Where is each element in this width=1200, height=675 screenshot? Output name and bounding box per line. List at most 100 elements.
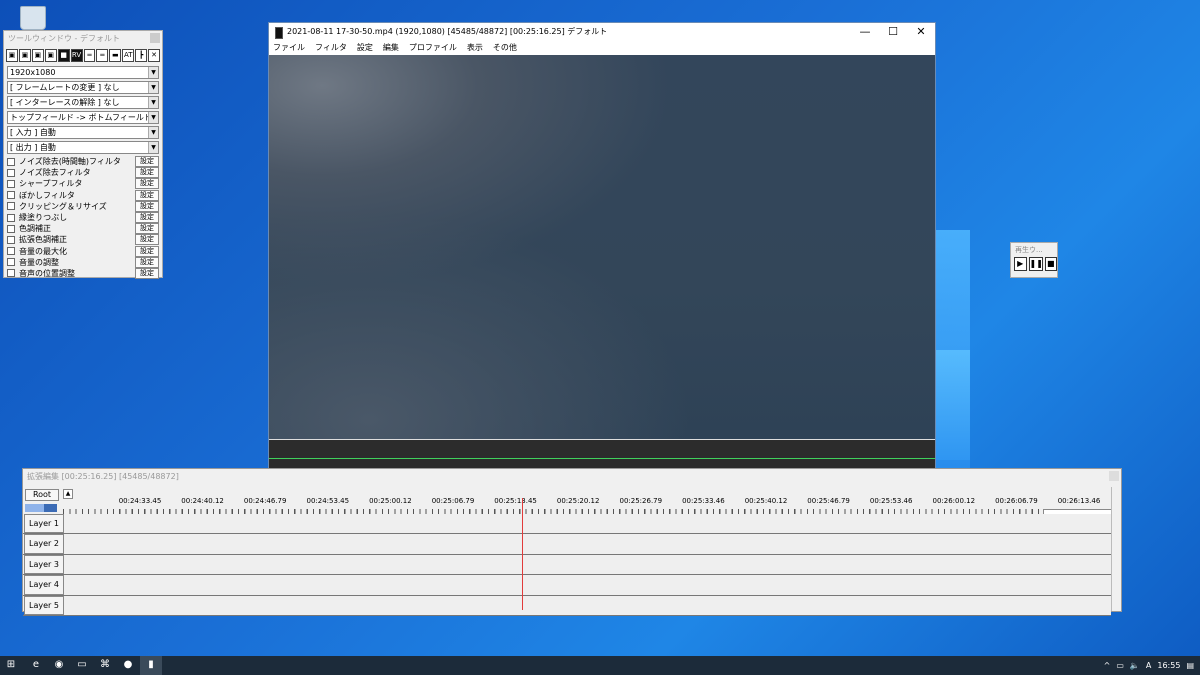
time-label: 00:26:13.46 bbox=[1057, 497, 1101, 505]
select-dropdown[interactable]: トップフィールド -> ボトムフィールド ▼ bbox=[7, 111, 159, 124]
time-ruler[interactable]: 00:24:33.45 00:24:40.12 00:24:46.79 00:24:5… bbox=[63, 489, 1115, 517]
select-dropdown[interactable]: [ 入力 ] 自動 ▼ bbox=[7, 126, 159, 139]
ime-icon[interactable]: A bbox=[1146, 661, 1151, 670]
filter-checkbox[interactable] bbox=[7, 179, 15, 188]
timeline-close-button[interactable] bbox=[1109, 471, 1119, 481]
time-label: 00:24:53.45 bbox=[306, 497, 350, 505]
layer-name-button[interactable]: Layer 1 bbox=[24, 514, 64, 534]
filter-settings-button[interactable]: 設定 bbox=[135, 178, 159, 190]
tool-icon-button[interactable]: ▣ bbox=[6, 49, 18, 62]
filter-settings-button[interactable]: 設定 bbox=[135, 167, 159, 179]
filter-checkbox[interactable] bbox=[7, 258, 15, 267]
tool-icon-button[interactable]: RV bbox=[70, 49, 83, 62]
chrome-icon[interactable]: ◉ bbox=[52, 658, 66, 672]
vscode-icon[interactable]: ⌘ bbox=[98, 658, 112, 672]
filter-settings-button[interactable]: 設定 bbox=[135, 189, 159, 201]
tool-icon-button[interactable]: ═ bbox=[96, 49, 109, 62]
tool-icon-button[interactable]: ┣ bbox=[135, 49, 148, 62]
chevron-down-icon: ▼ bbox=[148, 142, 158, 153]
layer-name-button[interactable]: Layer 3 bbox=[24, 554, 64, 575]
layer-name-button[interactable]: Layer 5 bbox=[24, 595, 64, 615]
close-button[interactable]: ✕ bbox=[907, 23, 935, 41]
maximize-button[interactable]: ☐ bbox=[879, 23, 907, 41]
filter-row: 音量の最大化 設定 bbox=[4, 245, 162, 257]
layer-name-button[interactable]: Layer 4 bbox=[24, 575, 64, 595]
filter-checkbox[interactable] bbox=[7, 202, 15, 211]
tool-window-close-button[interactable] bbox=[150, 33, 160, 43]
select-dropdown[interactable]: [ インターレースの解除 ] なし ▼ bbox=[7, 96, 159, 109]
tool-icon-button[interactable]: ■ bbox=[57, 49, 70, 62]
filter-row: 拡張色調補正 設定 bbox=[4, 234, 162, 246]
layer-track[interactable] bbox=[64, 534, 1111, 554]
filter-settings-button[interactable]: 設定 bbox=[135, 212, 159, 224]
edge-icon[interactable]: e bbox=[29, 658, 43, 672]
menu-item[interactable]: その他 bbox=[493, 41, 517, 55]
menu-item[interactable]: プロファイル bbox=[409, 41, 457, 55]
tool-icon-button[interactable]: ═ bbox=[83, 49, 96, 62]
recycle-bin-icon[interactable] bbox=[20, 6, 46, 30]
filter-checkbox[interactable] bbox=[7, 247, 15, 256]
minimize-button[interactable]: — bbox=[851, 23, 879, 41]
filter-checkbox[interactable] bbox=[7, 269, 15, 278]
play-button[interactable]: ▶ bbox=[1014, 257, 1027, 271]
clock[interactable]: 16:55 bbox=[1157, 661, 1180, 670]
network-icon[interactable]: ▭ bbox=[1116, 661, 1124, 670]
tool-icon-button[interactable]: ▣ bbox=[31, 49, 44, 62]
explorer-icon[interactable]: ▭ bbox=[75, 658, 89, 672]
layer-track[interactable] bbox=[64, 554, 1111, 575]
select-value: 1920x1080 bbox=[10, 68, 56, 77]
volume-icon[interactable]: 🔈 bbox=[1130, 661, 1140, 670]
filter-settings-button[interactable]: 設定 bbox=[135, 200, 159, 212]
zoom-slider[interactable] bbox=[25, 504, 57, 512]
filter-checkbox[interactable] bbox=[7, 235, 15, 244]
layer-list: Layer 1 Layer 2 Layer 3 Layer 4 Layer 5 bbox=[23, 514, 1111, 616]
filter-checkbox[interactable] bbox=[7, 157, 15, 166]
time-label: 00:25:13.45 bbox=[494, 497, 537, 505]
tool-icon-button[interactable]: AT bbox=[122, 49, 135, 62]
layer-track[interactable] bbox=[64, 514, 1111, 534]
root-button[interactable]: Root bbox=[25, 489, 59, 501]
select-dropdown[interactable]: 1920x1080 ▼ bbox=[7, 66, 159, 79]
filter-label: ノイズ除去(時間軸)フィルタ bbox=[19, 157, 121, 167]
video-preview[interactable] bbox=[269, 55, 935, 439]
menu-item[interactable]: 設定 bbox=[357, 41, 373, 55]
tool-icon-button[interactable]: ▣ bbox=[18, 49, 31, 62]
pause-button[interactable]: ❚❚ bbox=[1028, 257, 1043, 271]
notification-icon[interactable]: ▤ bbox=[1186, 661, 1194, 670]
select-dropdown[interactable]: [ フレームレートの変更 ] なし ▼ bbox=[7, 81, 159, 94]
filter-settings-button[interactable]: 設定 bbox=[135, 267, 159, 279]
filter-checkbox[interactable] bbox=[7, 168, 15, 177]
tool-icon-button[interactable]: ▣ bbox=[44, 49, 57, 62]
menu-item[interactable]: ファイル bbox=[273, 41, 305, 55]
menu-item[interactable]: 表示 bbox=[467, 41, 483, 55]
playhead-cursor[interactable] bbox=[522, 498, 523, 610]
filter-settings-button[interactable]: 設定 bbox=[135, 234, 159, 246]
filter-settings-button[interactable]: 設定 bbox=[135, 245, 159, 257]
seek-line bbox=[269, 458, 935, 459]
aviutl-icon[interactable]: ▮ bbox=[144, 658, 158, 672]
filter-checkbox[interactable] bbox=[7, 224, 15, 233]
time-label: 00:25:00.12 bbox=[369, 497, 412, 505]
vertical-scrollbar[interactable] bbox=[1111, 487, 1120, 611]
layer-track[interactable] bbox=[64, 575, 1111, 595]
tray-chevron-icon[interactable]: ^ bbox=[1104, 661, 1111, 670]
seek-area[interactable] bbox=[269, 439, 935, 470]
filter-checkbox[interactable] bbox=[7, 191, 15, 200]
stop-button[interactable]: ■ bbox=[1044, 257, 1057, 271]
filter-row: 色調補正 設定 bbox=[4, 223, 162, 235]
filter-settings-button[interactable]: 設定 bbox=[135, 223, 159, 235]
menu-item[interactable]: 編集 bbox=[383, 41, 399, 55]
tool-icon-button[interactable]: ▬ bbox=[109, 49, 122, 62]
ppt-icon[interactable]: ● bbox=[121, 658, 135, 672]
filter-settings-button[interactable]: 設定 bbox=[135, 156, 159, 168]
layer-name-button[interactable]: Layer 2 bbox=[24, 534, 64, 554]
filter-checkbox[interactable] bbox=[7, 213, 15, 222]
filter-label: 音声の位置調整 bbox=[19, 268, 75, 278]
filter-settings-button[interactable]: 設定 bbox=[135, 256, 159, 268]
start-icon[interactable]: ⊞ bbox=[4, 658, 18, 672]
menu-item[interactable]: フィルタ bbox=[315, 41, 347, 55]
aviutl-app-icon bbox=[275, 27, 283, 39]
tool-icon-button[interactable]: ✕ bbox=[148, 49, 161, 62]
layer-track[interactable] bbox=[64, 595, 1111, 615]
select-dropdown[interactable]: [ 出力 ] 自動 ▼ bbox=[7, 141, 159, 154]
